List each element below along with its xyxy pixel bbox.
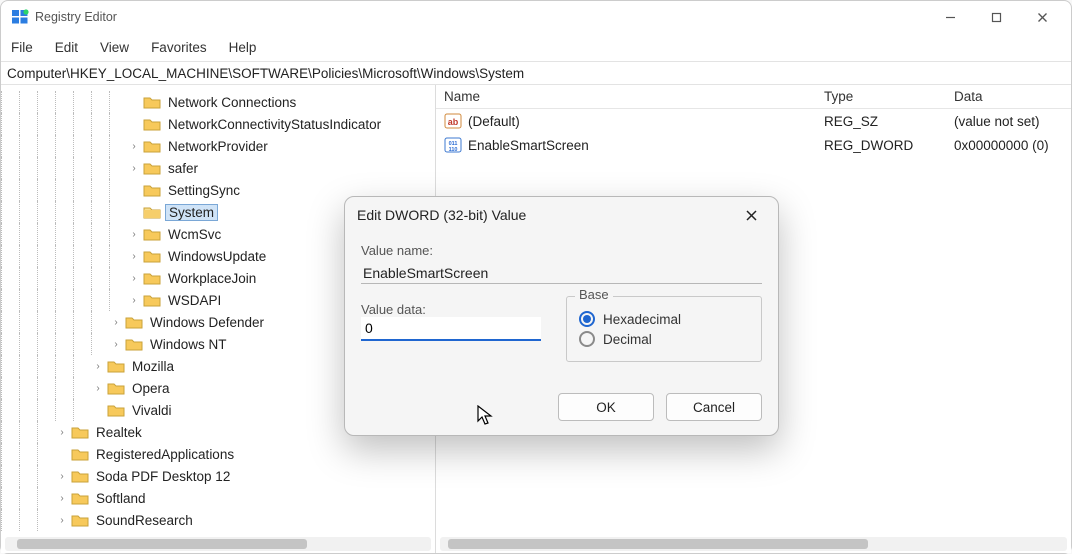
tree-item[interactable]: Network Connections — [1, 91, 435, 113]
chevron-right-icon: › — [127, 273, 141, 284]
svg-text:110: 110 — [449, 147, 458, 153]
registry-editor-window: Registry Editor File Edit View Favorites… — [0, 0, 1072, 554]
chevron-right-icon: › — [91, 361, 105, 372]
tree-item[interactable]: ›safer — [1, 157, 435, 179]
dword-value-icon: 011110 — [444, 136, 462, 154]
svg-text:ab: ab — [448, 117, 459, 127]
radio-decimal[interactable]: Decimal — [579, 331, 749, 347]
chevron-right-icon: › — [127, 229, 141, 240]
chevron-right-icon: › — [127, 163, 141, 174]
value-name-field: EnableSmartScreen — [361, 262, 762, 284]
base-group: Base Hexadecimal Decimal — [566, 296, 762, 362]
chevron-right-icon: › — [55, 427, 69, 438]
tree-item[interactable]: ›Softland — [1, 487, 435, 509]
dialog-close-button[interactable] — [736, 201, 766, 229]
titlebar: Registry Editor — [1, 1, 1071, 33]
list-header[interactable]: Name Type Data — [436, 85, 1071, 109]
values-horizontal-scrollbar[interactable] — [440, 537, 1067, 551]
chevron-right-icon: › — [55, 471, 69, 482]
value-name-label: Value name: — [361, 243, 762, 258]
regedit-app-icon — [11, 8, 29, 26]
radio-checked-icon — [579, 311, 595, 327]
tree-item[interactable]: ›Soda PDF Desktop 12 — [1, 465, 435, 487]
value-data-label: Value data: — [361, 302, 546, 317]
col-header-data[interactable]: Data — [946, 89, 1071, 104]
value-data-input[interactable] — [361, 317, 541, 341]
maximize-button[interactable] — [973, 2, 1019, 32]
dialog-title: Edit DWORD (32-bit) Value — [357, 207, 526, 223]
col-header-name[interactable]: Name — [436, 89, 816, 104]
close-button[interactable] — [1019, 2, 1065, 32]
tree-item[interactable]: ›NetworkProvider — [1, 135, 435, 157]
string-value-icon: ab — [444, 112, 462, 130]
base-legend: Base — [575, 287, 613, 302]
ok-button[interactable]: OK — [558, 393, 654, 421]
tree-item[interactable]: ›SoundResearch — [1, 509, 435, 531]
chevron-right-icon: › — [127, 141, 141, 152]
window-title: Registry Editor — [35, 10, 927, 24]
chevron-right-icon: › — [127, 251, 141, 262]
menu-help[interactable]: Help — [229, 40, 257, 55]
value-row-enablesmartscreen[interactable]: 011110 EnableSmartScreen REG_DWORD 0x000… — [436, 133, 1071, 157]
menu-edit[interactable]: Edit — [55, 40, 78, 55]
address-bar[interactable]: Computer\HKEY_LOCAL_MACHINE\SOFTWARE\Pol… — [1, 61, 1071, 85]
address-text: Computer\HKEY_LOCAL_MACHINE\SOFTWARE\Pol… — [7, 66, 524, 81]
menu-view[interactable]: View — [100, 40, 129, 55]
value-row-default[interactable]: ab (Default) REG_SZ (value not set) — [436, 109, 1071, 133]
tree-item[interactable]: RegisteredApplications — [1, 443, 435, 465]
menu-file[interactable]: File — [11, 40, 33, 55]
minimize-button[interactable] — [927, 2, 973, 32]
edit-dword-dialog: Edit DWORD (32-bit) Value Value name: En… — [344, 196, 779, 436]
chevron-right-icon: › — [109, 317, 123, 328]
cancel-button[interactable]: Cancel — [666, 393, 762, 421]
radio-hexadecimal[interactable]: Hexadecimal — [579, 311, 749, 327]
menu-favorites[interactable]: Favorites — [151, 40, 207, 55]
chevron-right-icon: › — [55, 493, 69, 504]
chevron-right-icon: › — [127, 295, 141, 306]
chevron-right-icon: › — [109, 339, 123, 350]
chevron-right-icon: › — [91, 383, 105, 394]
tree-item[interactable]: NetworkConnectivityStatusIndicator — [1, 113, 435, 135]
radio-unchecked-icon — [579, 331, 595, 347]
col-header-type[interactable]: Type — [816, 89, 946, 104]
menu-bar: File Edit View Favorites Help — [1, 33, 1071, 61]
tree-horizontal-scrollbar[interactable] — [5, 537, 431, 551]
chevron-right-icon: › — [55, 515, 69, 526]
